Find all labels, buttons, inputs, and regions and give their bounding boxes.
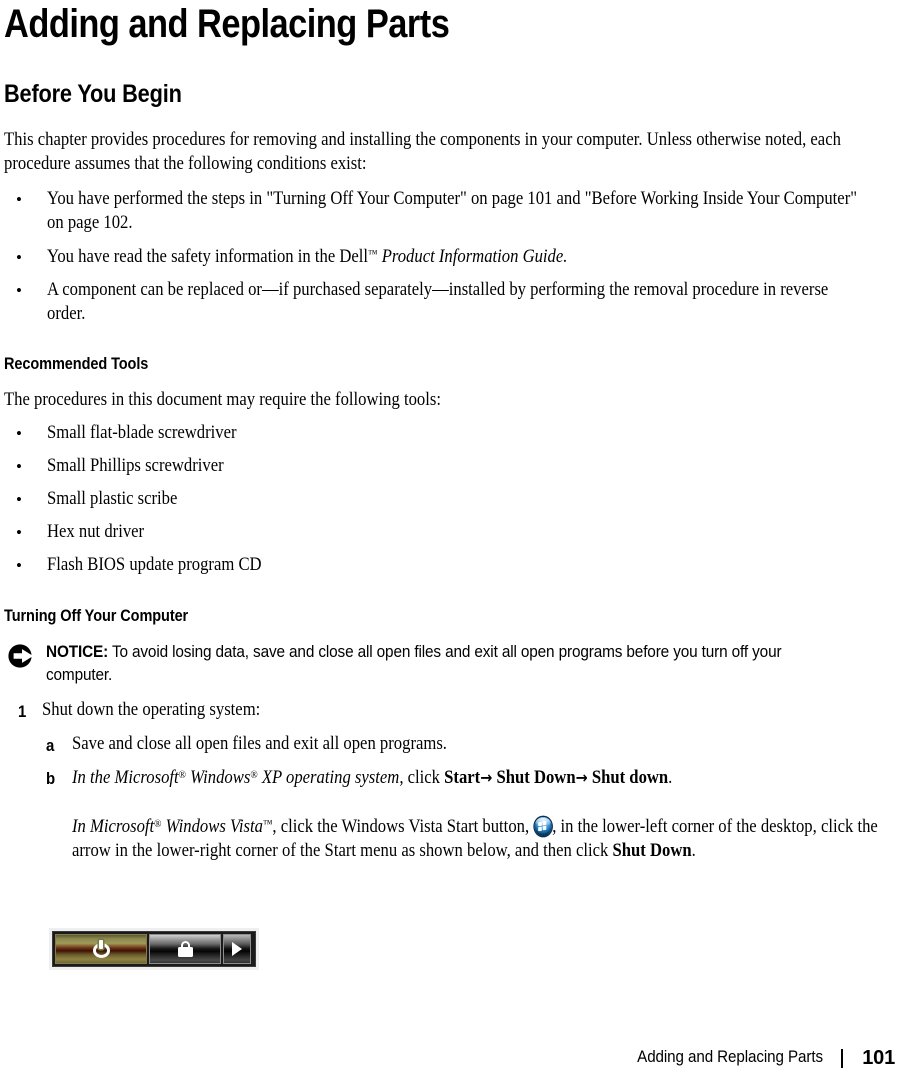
list-item: • You have performed the steps in "Turni… bbox=[4, 188, 907, 236]
windows-vista-start-orb-icon bbox=[534, 817, 552, 836]
vista-start-menu-power-bar-image bbox=[49, 928, 259, 970]
arrow-separator: → bbox=[480, 768, 493, 787]
before-you-begin-intro: This chapter provides procedures for rem… bbox=[4, 130, 841, 174]
bullet-marker: • bbox=[16, 248, 22, 267]
notice-text: NOTICE: To avoid losing data, save and c… bbox=[46, 641, 816, 686]
registered-symbol: ® bbox=[178, 769, 187, 782]
substep-text-a: Save and close all open files and exit a… bbox=[72, 734, 447, 754]
page-number: 101 bbox=[862, 1047, 895, 1069]
list-item: • You have read the safety information i… bbox=[4, 246, 907, 272]
bullet-marker: • bbox=[16, 424, 22, 443]
list-item-label: Small Phillips screwdriver bbox=[47, 456, 224, 476]
menu-start: Start bbox=[444, 768, 481, 788]
footer-divider bbox=[841, 1049, 843, 1068]
notice-label: NOTICE: bbox=[46, 643, 109, 661]
document-page: Adding and Replacing Parts Before You Be… bbox=[0, 0, 907, 1073]
bullet-marker: • bbox=[16, 281, 22, 300]
list-item-label: Flash BIOS update program CD bbox=[47, 555, 262, 575]
menu-shut-down: Shut Down bbox=[492, 768, 576, 788]
power-bar-frame bbox=[52, 931, 256, 967]
bullet-marker: • bbox=[16, 457, 22, 476]
xp-italic-2: Windows bbox=[186, 768, 251, 788]
recommended-tools-intro: The procedures in this document may requ… bbox=[4, 390, 441, 410]
power-button[interactable] bbox=[55, 934, 147, 964]
menu-shut-down-item: Shut down bbox=[587, 768, 669, 788]
list-item-label: You have performed the steps in "Turning… bbox=[47, 189, 858, 233]
list-item-label: A component can be replaced or—if purcha… bbox=[47, 280, 829, 324]
padlock-icon bbox=[177, 940, 193, 958]
notice-body: To avoid losing data, save and close all… bbox=[46, 643, 782, 684]
more-options-button[interactable] bbox=[223, 934, 251, 964]
list-item-lead: You have read the safety information in … bbox=[47, 247, 369, 267]
trademark-symbol: ™ bbox=[262, 818, 273, 831]
footer-title: Adding and Replacing Parts bbox=[637, 1048, 823, 1066]
list-item-label: Small plastic scribe bbox=[47, 489, 178, 509]
xp-italic-3: XP operating system, bbox=[257, 768, 404, 788]
vista-italic-2: Windows Vista bbox=[161, 817, 263, 837]
guide-title: Product Information Guide bbox=[381, 247, 564, 267]
trademark-symbol: ™ bbox=[368, 248, 378, 261]
heading-recommended-tools: Recommended Tools bbox=[4, 355, 149, 373]
list-item-tail: . bbox=[563, 247, 568, 267]
substep-marker-b: b bbox=[46, 769, 56, 788]
list-item-label: You have read the safety information in … bbox=[47, 246, 567, 270]
xp-plain: click bbox=[403, 768, 445, 788]
list-item: • A component can be replaced or—if purc… bbox=[4, 279, 907, 327]
heading-before-you-begin: Before You Begin bbox=[4, 80, 182, 108]
list-item-label: Small flat-blade screwdriver bbox=[47, 423, 237, 443]
list-item-label: Hex nut driver bbox=[47, 522, 145, 542]
xp-tail: . bbox=[668, 768, 673, 788]
menu-shut-down-bold: Shut Down bbox=[612, 840, 692, 861]
step-marker-1: 1 bbox=[18, 702, 27, 721]
page-title: Adding and Replacing Parts bbox=[4, 2, 450, 46]
arrow-separator: → bbox=[575, 768, 588, 787]
vista-tail: . bbox=[691, 840, 696, 861]
vista-plain-1: , click the Windows Vista Start button, bbox=[272, 817, 534, 837]
substep-b-vista-paragraph: In Microsoft® Windows Vista™, click the … bbox=[72, 816, 882, 863]
bullet-marker: • bbox=[16, 556, 22, 575]
bullet-marker: • bbox=[16, 190, 22, 209]
power-icon bbox=[92, 939, 110, 958]
lock-button[interactable] bbox=[149, 934, 221, 964]
page-footer: Adding and Replacing Parts 101 bbox=[0, 1047, 907, 1073]
step-text-1: Shut down the operating system: bbox=[42, 700, 261, 720]
substep-b-xp-line: In the Microsoft® Windows® XP operating … bbox=[72, 766, 846, 791]
vista-italic-1: In Microsoft bbox=[72, 817, 155, 837]
notice-arrow-icon bbox=[8, 644, 36, 668]
right-triangle-icon bbox=[232, 942, 242, 956]
bullet-marker: • bbox=[16, 490, 22, 509]
bullet-marker: • bbox=[16, 523, 22, 542]
xp-italic-1: In the Microsoft bbox=[72, 768, 179, 788]
substep-marker-a: a bbox=[46, 736, 55, 755]
heading-turning-off-your-computer: Turning Off Your Computer bbox=[4, 607, 189, 625]
